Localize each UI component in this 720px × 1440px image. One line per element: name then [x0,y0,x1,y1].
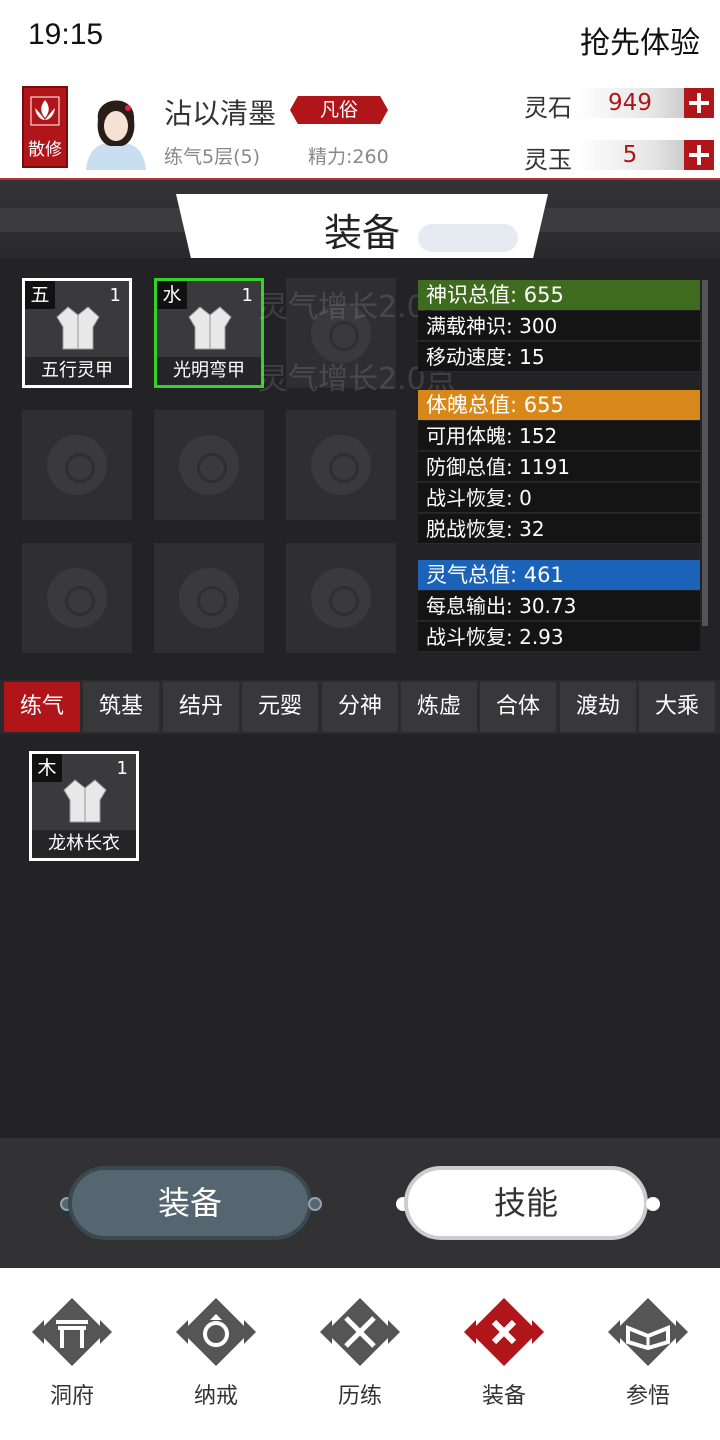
stat-row: 防御总值: 1191 [418,452,700,482]
early-access-button[interactable]: 抢先体验 [580,18,700,62]
open-book-icon [608,1298,688,1366]
spirit-jade-label: 灵玉 [524,146,572,174]
tab-dujie[interactable]: 渡劫 [560,682,636,732]
equip-slot-1[interactable]: 五 1 五行灵甲 [22,278,132,388]
item-name: 龙林长衣 [32,830,136,858]
sect-label: 散修 [28,140,62,160]
element-badge: 水 [157,281,187,309]
nav-training[interactable]: 历练 [288,1268,432,1440]
equip-slot-3[interactable] [286,278,396,388]
nav-label: 纳戒 [193,1384,238,1409]
nav-label: 参悟 [625,1384,670,1409]
element-badge: 五 [25,281,55,309]
empty-slot-emblem-icon [179,568,239,628]
tab-yuanying[interactable]: 元婴 [242,682,318,732]
sect-badge[interactable]: 散修 [22,86,68,168]
item-name: 五行灵甲 [25,357,129,385]
action-bar: 装备 技能 [0,1138,720,1268]
equip-tab-button[interactable]: 装备 [68,1166,312,1240]
add-spirit-jade-button[interactable] [684,140,714,170]
empty-slot-emblem-icon [47,435,107,495]
avatar[interactable] [76,86,156,170]
equip-slot-2[interactable]: 水 1 光明弯甲 [154,278,264,388]
equip-slot-6[interactable] [286,410,396,520]
nav-label: 历练 [337,1384,382,1409]
tab-lianxu[interactable]: 炼虚 [401,682,477,732]
spirit-stone-label: 灵石 [524,94,572,122]
nav-ring[interactable]: 纳戒 [144,1268,288,1440]
spirit-jade-value: 5 [576,140,684,170]
tab-zhuji[interactable]: 筑基 [83,682,159,732]
physique-header: 体魄总值: 655 [418,390,700,420]
empty-slot-emblem-icon [311,435,371,495]
robe-icon [56,306,100,350]
empty-slot-emblem-icon [179,435,239,495]
section-header: 装备 [0,180,720,258]
element-badge: 木 [32,754,62,782]
equip-slot-7[interactable] [22,543,132,653]
player-name: 沾以清墨 [164,97,277,130]
stat-row: 移动速度: 15 [418,342,700,372]
spirit-stone-value: 949 [576,88,684,118]
nav-label: 洞府 [49,1384,94,1409]
skill-tab-button[interactable]: 技能 [404,1166,648,1240]
section-title: 装备 [323,211,400,255]
tab-lianqi[interactable]: 练气 [4,682,80,732]
item-level: 1 [116,758,128,779]
nav-cave[interactable]: 洞府 [0,1268,144,1440]
stats-scrollbar[interactable] [702,280,708,626]
empty-slot-emblem-icon [311,303,371,363]
qi-header: 灵气总值: 461 [418,560,700,590]
realm-tabs: 练气 筑基 结丹 元婴 分神 炼虚 合体 渡劫 大乘 [0,680,720,734]
tab-heti[interactable]: 合体 [480,682,556,732]
player-header: 散修 沾以清墨 凡俗 练气5层(5) 精力:260 灵石 949 灵玉 5 [0,78,720,180]
item-level: 1 [109,285,121,306]
energy-value: 精力:260 [308,146,389,168]
rank-badge: 凡俗 [290,96,388,124]
status-time: 19:15 [28,18,104,51]
tab-dacheng[interactable]: 大乘 [639,682,715,732]
bottom-nav: 洞府 纳戒 历练 装备 参悟 [0,1268,720,1440]
equip-slot-5[interactable] [154,410,264,520]
stat-row: 每息输出: 30.73 [418,591,700,621]
inventory-item[interactable]: 木 1 龙林长衣 [29,751,139,861]
nav-equipment[interactable]: 装备 [432,1268,576,1440]
equip-slot-8[interactable] [154,543,264,653]
empty-slot-emblem-icon [47,568,107,628]
title-plate: 装备 [176,194,548,258]
stat-row: 战斗恢复: 2.93 [418,622,700,652]
status-bar: 19:15 抢先体验 [0,0,720,78]
ring-icon [176,1298,256,1366]
item-name: 光明弯甲 [157,357,261,385]
robe-icon [188,306,232,350]
lotus-icon [30,96,60,126]
cave-gate-icon [32,1298,112,1366]
spirit-sense-header: 神识总值: 655 [418,280,700,310]
stats-panel: 神识总值: 655 满载神识: 300 移动速度: 15 体魄总值: 655 可… [418,280,708,652]
empty-slot-emblem-icon [311,568,371,628]
tab-fenshen[interactable]: 分神 [322,682,398,732]
tab-jiedan[interactable]: 结丹 [163,682,239,732]
equip-slot-9[interactable] [286,543,396,653]
add-spirit-stone-button[interactable] [684,88,714,118]
stat-row: 战斗恢复: 0 [418,483,700,513]
equip-slot-4[interactable] [22,410,132,520]
stat-row: 满载神识: 300 [418,311,700,341]
stat-row: 脱战恢复: 32 [418,514,700,544]
nav-label: 装备 [481,1384,526,1409]
stat-row: 可用体魄: 152 [418,421,700,451]
nav-comprehend[interactable]: 参悟 [576,1268,720,1440]
item-level: 1 [241,285,253,306]
cultivation-realm: 练气5层(5) [164,146,261,168]
equipment-icon [464,1298,544,1366]
robe-icon [63,779,107,823]
crossed-swords-icon [320,1298,400,1366]
